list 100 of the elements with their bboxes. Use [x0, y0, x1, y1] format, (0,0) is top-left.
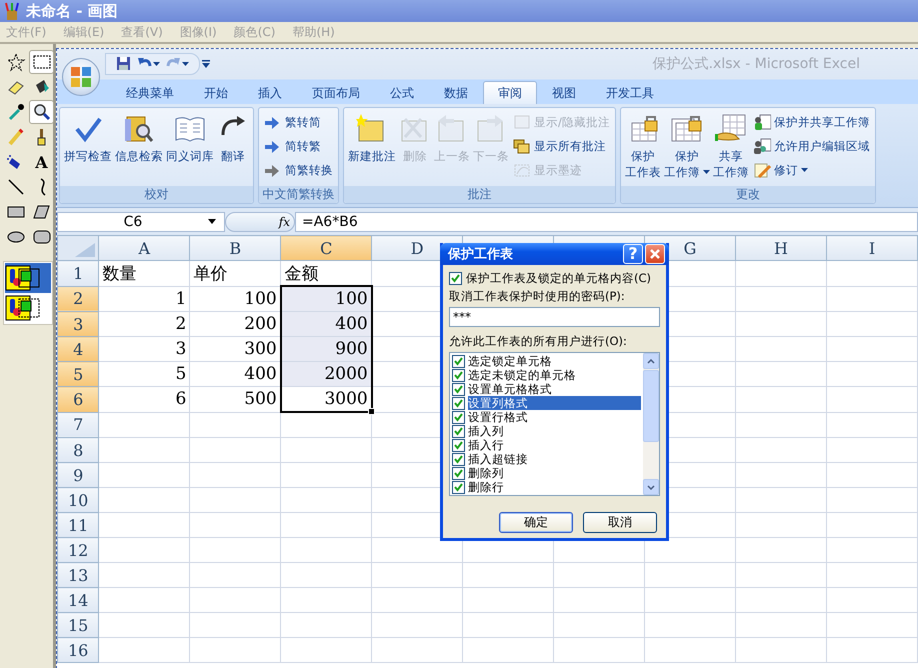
row-header[interactable]: 9 — [58, 462, 99, 488]
field-label: 取消工作表保护时使用的密码(P): — [449, 289, 626, 304]
group-label: 更改 — [620, 186, 875, 203]
ribbon-button[interactable]: 翻译 — [216, 111, 250, 186]
list-item[interactable]: 插入行 — [468, 438, 641, 452]
list-item[interactable]: 插入超链接 — [468, 452, 641, 466]
caret-icon — [182, 62, 189, 66]
save-button[interactable] — [114, 54, 133, 72]
checkbox[interactable] — [452, 368, 465, 382]
row-header[interactable]: 12 — [58, 538, 99, 562]
list-item[interactable]: 设置列格式 — [468, 396, 641, 410]
table-cell: 400 — [280, 312, 372, 336]
table-cell: 6 — [98, 386, 190, 412]
ribbon-button[interactable]: 同义词库 — [165, 111, 215, 186]
tool-button[interactable]: A — [29, 150, 54, 174]
ribbon-button[interactable]: 保护 工作表 — [624, 111, 662, 186]
list-label: 允许此工作表的所有用户进行(O): — [449, 334, 628, 349]
checkbox[interactable] — [452, 410, 465, 424]
scroll-thumb[interactable] — [643, 370, 659, 442]
magnifier-icon — [32, 102, 52, 122]
column-header[interactable]: C — [280, 236, 372, 260]
table-cell: 数量 — [98, 260, 190, 286]
checkbox[interactable] — [452, 466, 465, 480]
tool-button[interactable] — [29, 100, 54, 124]
close-icon — [649, 248, 661, 260]
ribbon-button[interactable]: 修订 — [750, 159, 872, 181]
list-item[interactable]: 删除列 — [468, 466, 641, 480]
scroll-up-button[interactable] — [643, 353, 659, 369]
ribbon-button[interactable]: 保护并共享工作簿 — [750, 111, 872, 133]
list-item[interactable]: 插入列 — [468, 424, 641, 438]
column-header[interactable]: A — [98, 236, 190, 260]
list-item[interactable]: 选定未锁定的单元格 — [468, 368, 641, 382]
column-header[interactable]: H — [736, 236, 826, 260]
ribbon-button[interactable]: 简繁转换 — [262, 159, 335, 181]
ribbon-tab[interactable]: 视图 — [537, 81, 591, 104]
password-field[interactable]: *** — [449, 307, 660, 327]
tool-button[interactable] — [29, 50, 54, 74]
ribbon-tab[interactable]: 开发工具 — [591, 81, 669, 104]
row-header[interactable]: 4 — [58, 336, 99, 362]
scroll-down-button[interactable] — [643, 479, 659, 495]
checkbox-label: 保护工作表及锁定的单元格内容(C) — [466, 271, 652, 286]
column-header[interactable]: B — [190, 236, 281, 260]
ribbon-button[interactable]: 保护 工作簿 — [662, 111, 711, 186]
row-header[interactable]: 10 — [58, 488, 99, 512]
list-item[interactable]: 设置单元格格式 — [468, 382, 641, 396]
row-header[interactable]: 15 — [58, 612, 99, 638]
ribbon-button[interactable]: 允许用户编辑区域 — [750, 135, 872, 157]
row-header[interactable]: 3 — [58, 312, 99, 336]
ribbon-tab[interactable]: 开始 — [189, 81, 243, 104]
row-header[interactable]: 2 — [58, 286, 99, 312]
ribbon-tab[interactable]: 公式 — [375, 81, 429, 104]
row-header[interactable]: 8 — [58, 438, 99, 462]
close-button[interactable] — [645, 244, 665, 264]
ribbon-button[interactable]: 信息检索 — [114, 111, 164, 186]
row-header[interactable]: 11 — [58, 512, 99, 538]
checkbox[interactable] — [452, 424, 465, 438]
ribbon-button[interactable]: 共享 工作簿 — [712, 111, 750, 186]
row-header[interactable]: 14 — [58, 588, 99, 612]
ribbon-tab[interactable]: 审阅 — [483, 81, 537, 104]
dialog-button[interactable]: 取消 — [583, 512, 657, 533]
ribbon-button[interactable]: 新建批注 — [347, 111, 397, 186]
row-header[interactable]: 6 — [58, 386, 99, 412]
row-header[interactable]: 13 — [58, 562, 99, 588]
help-button[interactable]: ? — [623, 244, 643, 264]
fill-handle[interactable] — [368, 408, 375, 415]
checkbox[interactable] — [452, 354, 465, 368]
dialog-button[interactable]: 确定 — [499, 512, 573, 533]
row-header[interactable]: 5 — [58, 362, 99, 386]
ribbon-tab[interactable]: 数据 — [429, 81, 483, 104]
tool-option[interactable] — [5, 263, 51, 293]
checkbox[interactable] — [452, 396, 465, 410]
table-cell: 2 — [98, 312, 190, 336]
ribbon-tab[interactable]: 插入 — [243, 81, 297, 104]
checkbox[interactable] — [452, 382, 465, 396]
formula-field[interactable]: =A6*B6 — [295, 212, 918, 232]
row-header[interactable]: 1 — [58, 260, 99, 286]
office-button[interactable] — [62, 58, 100, 96]
ribbon-button[interactable]: 拼写检查 — [63, 111, 113, 186]
insert-function-button[interactable]: fx — [225, 212, 295, 232]
name-box[interactable]: C6 — [57, 212, 225, 232]
ribbon-button[interactable]: 简转繁 — [262, 135, 335, 157]
note-icon — [513, 113, 531, 131]
checkbox[interactable] — [452, 452, 465, 466]
checkbox[interactable] — [449, 272, 462, 285]
list-item[interactable]: 删除行 — [468, 480, 641, 494]
ribbon-button[interactable]: 繁转简 — [262, 111, 335, 133]
line-icon — [6, 177, 26, 197]
ribbon-tab[interactable]: 页面布局 — [297, 81, 375, 104]
column-header[interactable]: I — [826, 236, 918, 260]
ribbon-button[interactable]: 显示所有批注 — [511, 135, 612, 157]
list-item[interactable]: 设置行格式 — [468, 410, 641, 424]
checkbox[interactable] — [452, 438, 465, 452]
shapes-icon — [5, 265, 41, 291]
list-item[interactable]: 选定锁定单元格 — [468, 354, 641, 368]
row-header[interactable]: 7 — [58, 412, 99, 438]
checkbox[interactable] — [452, 480, 465, 494]
ribbon-tab[interactable]: 经典菜单 — [111, 81, 189, 104]
row-header[interactable]: 16 — [58, 638, 99, 662]
paint-brushes-icon — [4, 2, 20, 20]
dashed-star-icon — [6, 52, 26, 72]
